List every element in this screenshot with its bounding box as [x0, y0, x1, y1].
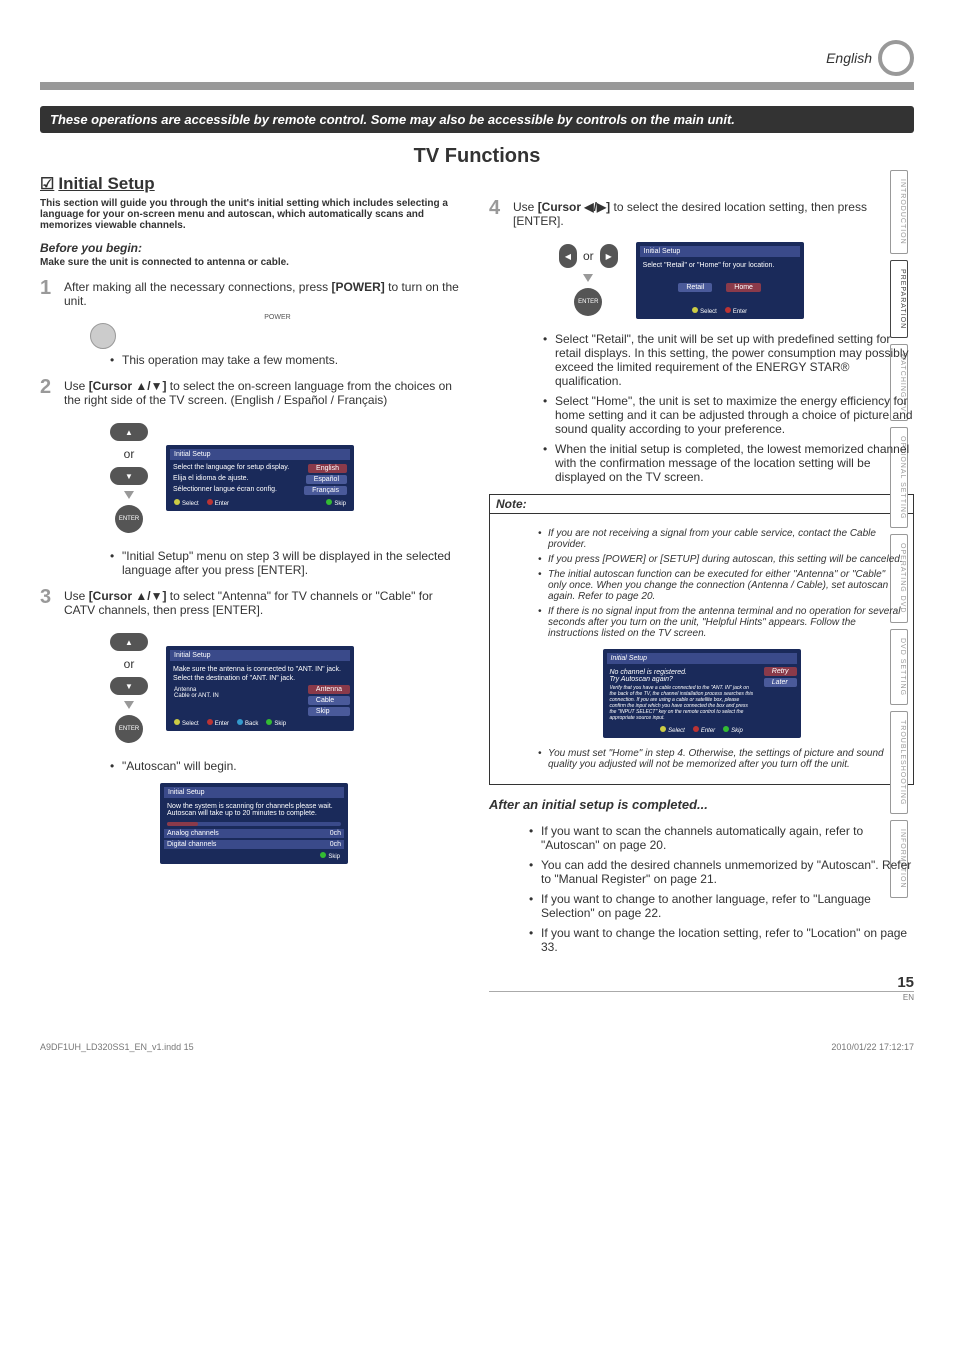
- cursor-right-icon: ▶: [600, 244, 618, 268]
- cursor-up-icon: ▲: [110, 633, 148, 651]
- arrow-down-icon: [124, 491, 134, 499]
- cursor-down-icon: ▼: [110, 677, 148, 695]
- footer-date: 2010/01/22 17:12:17: [831, 1042, 914, 1052]
- step-num-1: 1: [40, 278, 56, 308]
- cursor-left-icon: ◀: [559, 244, 577, 268]
- arrow-down-icon: [583, 274, 593, 282]
- cursor-down-icon: ▼: [110, 467, 148, 485]
- menu-location: Initial Setup Select "Retail" or "Home" …: [636, 242, 804, 319]
- note-header: Note:: [490, 495, 913, 514]
- or-label: or: [124, 447, 135, 461]
- step-4-diagram: ◀ or ▶ ENTER Initial Setup Select "Retai…: [519, 236, 914, 324]
- step-3-diagram: ▲ or ▼ ENTER Initial Setup Make sure the…: [70, 625, 465, 751]
- header-strip: [40, 82, 914, 90]
- power-label: POWER: [90, 314, 465, 321]
- enter-button-icon: ENTER: [115, 715, 143, 743]
- note-menu: Initial Setup No channel is registered. …: [603, 649, 801, 738]
- footer-file: A9DF1UH_LD320SS1_EN_v1.indd 15: [40, 1042, 194, 1052]
- step-num-4: 4: [489, 198, 505, 228]
- step-2-note: "Initial Setup" menu on step 3 will be d…: [70, 549, 465, 577]
- language-bar: English: [40, 40, 914, 76]
- or-label: or: [124, 657, 135, 671]
- step-1-text: After making all the necessary connectio…: [64, 278, 465, 308]
- step-1: 1 After making all the necessary connect…: [40, 278, 465, 308]
- after-list: If you want to scan the channels automat…: [489, 824, 914, 954]
- left-column: This section will guide you through the …: [40, 198, 465, 1002]
- before-sub: Make sure the unit is connected to anten…: [40, 257, 465, 268]
- cursor-up-icon: ▲: [110, 423, 148, 441]
- operations-bar: These operations are accessible by remot…: [40, 106, 914, 133]
- page-number: 15 EN: [489, 974, 914, 1002]
- note-trail: You must set "Home" in step 4. Otherwise…: [498, 748, 905, 770]
- enter-button-icon: ENTER: [574, 288, 602, 316]
- step-num-3: 3: [40, 587, 56, 617]
- check-icon: ☑: [40, 176, 54, 193]
- step-2: 2 Use [Cursor ▲/▼] to select the on-scre…: [40, 377, 465, 407]
- step-num-2: 2: [40, 377, 56, 407]
- initial-setup-heading: ☑Initial Setup: [40, 174, 914, 194]
- right-column: 4 Use [Cursor ◀/▶] to select the desired…: [489, 198, 914, 1002]
- tab-dvd-setting: DVD SETTING: [890, 629, 908, 705]
- after-heading: After an initial setup is completed...: [489, 797, 914, 812]
- step-4: 4 Use [Cursor ◀/▶] to select the desired…: [489, 198, 914, 228]
- language-label: English: [826, 50, 872, 66]
- enter-button-icon: ENTER: [115, 505, 143, 533]
- menu-antenna: Initial Setup Make sure the antenna is c…: [166, 646, 354, 731]
- step-3-note: "Autoscan" will begin.: [70, 759, 465, 773]
- or-label: or: [583, 249, 594, 263]
- footer: A9DF1UH_LD320SS1_EN_v1.indd 15 2010/01/2…: [40, 1042, 914, 1052]
- intro-text: This section will guide you through the …: [40, 198, 465, 231]
- tab-introduction: INTRODUCTION: [890, 170, 908, 254]
- step-4-notes: Select "Retail", the unit will be set up…: [503, 332, 914, 484]
- menu-language: Initial Setup Select the language for se…: [166, 445, 354, 511]
- note-list: If you are not receiving a signal from y…: [498, 528, 905, 639]
- tv-functions-heading: TV Functions: [40, 145, 914, 168]
- tab-preparation: PREPARATION: [890, 260, 908, 338]
- before-you-begin: Before you begin:: [40, 241, 465, 255]
- note-box: Note: If you are not receiving a signal …: [489, 494, 914, 785]
- power-button-icon: [90, 323, 116, 349]
- step-2-diagram: ▲ or ▼ ENTER Initial Setup Select the la…: [70, 415, 465, 541]
- initial-setup-label: Initial Setup: [58, 174, 154, 193]
- brand-circle-icon: [878, 40, 914, 76]
- step-3: 3 Use [Cursor ▲/▼] to select "Antenna" f…: [40, 587, 465, 617]
- step-2-text: Use [Cursor ▲/▼] to select the on-screen…: [64, 377, 465, 407]
- menu-autoscan: Initial Setup Now the system is scanning…: [160, 783, 348, 864]
- step-4-text: Use [Cursor ◀/▶] to select the desired l…: [513, 198, 914, 228]
- step-3-text: Use [Cursor ▲/▼] to select "Antenna" for…: [64, 587, 465, 617]
- arrow-down-icon: [124, 701, 134, 709]
- step-1-note: This operation may take a few moments.: [70, 353, 465, 367]
